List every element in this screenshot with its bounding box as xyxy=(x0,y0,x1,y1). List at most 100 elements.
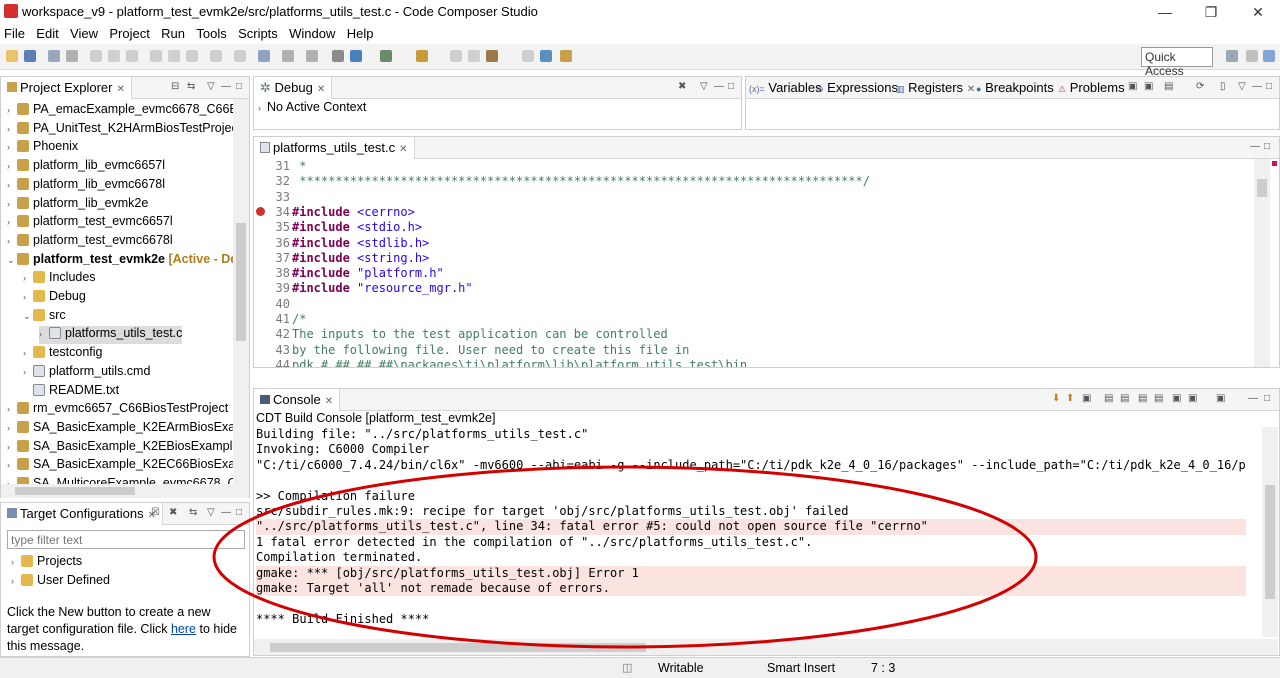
tree-item[interactable]: › platforms_utils_test.c xyxy=(39,326,183,345)
word-wrap-icon[interactable]: ▤ xyxy=(1138,393,1147,404)
menu-view[interactable]: View xyxy=(66,24,102,43)
terminate-icon[interactable] xyxy=(126,50,138,62)
display-console-icon[interactable]: ▣ xyxy=(1188,393,1197,404)
link-icon[interactable]: ⇆ xyxy=(189,507,197,518)
pin-console-icon[interactable]: ▣ xyxy=(1172,393,1181,404)
search-icon[interactable] xyxy=(540,50,552,62)
close-icon[interactable]: ✕ xyxy=(325,396,333,407)
step-return-icon[interactable] xyxy=(186,50,198,62)
tools-icon[interactable] xyxy=(486,50,498,62)
tree-item[interactable]: › platform_test_evmc6657l xyxy=(7,214,173,232)
expand-icon[interactable]: › xyxy=(7,161,17,171)
editor-scrollbar[interactable] xyxy=(1254,159,1270,367)
expand-icon[interactable]: › xyxy=(7,442,17,452)
tab-registers[interactable]: ▥ Registers ✕ xyxy=(896,80,975,95)
expand-icon[interactable]: › xyxy=(23,348,33,358)
tree-item[interactable]: README.txt xyxy=(23,383,119,401)
hscrollbar-thumb[interactable] xyxy=(15,487,135,495)
expand-icon[interactable]: › xyxy=(7,199,17,209)
tree-item[interactable]: › platform_lib_evmc6657l xyxy=(7,158,165,176)
tab-target-configurations[interactable]: Target Configurations ✕ xyxy=(1,503,163,525)
close-icon[interactable]: ✕ xyxy=(967,84,975,95)
expand-icon[interactable]: ⌄ xyxy=(7,255,17,266)
save-icon[interactable] xyxy=(24,50,36,62)
suspend-icon[interactable] xyxy=(108,50,120,62)
tree-item[interactable]: › SA_MulticoreExample_evmc6678_C66 xyxy=(7,476,233,484)
open-type-icon[interactable] xyxy=(522,50,534,62)
tree-item[interactable]: › SA_BasicExample_K2EBiosExamplePro xyxy=(7,439,233,457)
view-toolbar-icon-2[interactable]: ▣ xyxy=(1144,81,1153,92)
view-menu-icon[interactable]: ▽ xyxy=(1238,81,1246,92)
expand-icon[interactable]: ⌄ xyxy=(23,311,33,322)
new-icon[interactable] xyxy=(6,50,18,62)
scrollbar-thumb[interactable] xyxy=(236,223,246,341)
close-icon[interactable]: ✕ xyxy=(116,84,124,95)
delete-icon[interactable]: ✖ xyxy=(169,507,177,518)
minimize-view-icon[interactable]: — xyxy=(221,81,231,92)
close-icon[interactable]: ✕ xyxy=(399,144,407,155)
tree-item[interactable]: › Debug xyxy=(23,289,86,307)
close-icon[interactable]: ✕ xyxy=(317,84,325,95)
connect-icon[interactable] xyxy=(258,50,270,62)
expand-icon[interactable]: › xyxy=(39,329,49,339)
step-into-icon[interactable] xyxy=(150,50,162,62)
expand-icon[interactable]: › xyxy=(7,105,17,115)
target-item-user-defined[interactable]: › User Defined xyxy=(11,573,110,591)
remove-terminated-icon[interactable]: ✖ xyxy=(678,81,686,92)
console-scrollbar[interactable] xyxy=(1262,427,1278,637)
view-toolbar-icon[interactable]: ▣ xyxy=(1128,81,1137,92)
run-icon[interactable] xyxy=(416,50,428,62)
expand-icon[interactable]: › xyxy=(23,292,33,302)
menu-edit[interactable]: Edit xyxy=(32,24,62,43)
refresh-icon[interactable] xyxy=(468,50,480,62)
print-icon[interactable] xyxy=(66,50,78,62)
link-editor-icon[interactable]: ⇆ xyxy=(187,81,195,92)
tree-item[interactable]: › SA_BasicExample_K2EArmBiosExampl xyxy=(7,420,233,438)
error-marker[interactable] xyxy=(1272,161,1277,166)
tab-console[interactable]: Console ✕ xyxy=(254,389,341,411)
expand-icon[interactable]: › xyxy=(7,423,17,433)
expand-icon[interactable]: › xyxy=(7,460,17,470)
menu-run[interactable]: Run xyxy=(157,24,189,43)
scrollbar-thumb[interactable] xyxy=(1257,179,1267,197)
new-icon[interactable]: ▤ xyxy=(1164,81,1173,92)
new-console-icon[interactable]: ▣ xyxy=(1216,393,1225,404)
minimize-button[interactable]: — xyxy=(1150,2,1180,22)
reset-icon[interactable] xyxy=(234,50,246,62)
copy-icon[interactable]: ▤ xyxy=(1104,393,1113,404)
tree-item[interactable]: ⌄ src xyxy=(23,308,66,326)
prev-error-icon[interactable]: ⬇ xyxy=(1052,393,1060,404)
maximize-view-icon[interactable]: □ xyxy=(236,81,242,92)
tree-item[interactable]: › PA_emacExample_evmc6678_C66Bios xyxy=(7,102,233,120)
tree-item[interactable]: › rm_evmc6657_C66BiosTestProject xyxy=(7,401,228,419)
ccs-debug-perspective-icon[interactable] xyxy=(1263,50,1275,62)
tab-project-explorer[interactable]: Project Explorer ✕ xyxy=(1,77,132,99)
scrollbar-thumb[interactable] xyxy=(1265,485,1275,599)
hide-message-link[interactable]: here xyxy=(171,622,196,636)
minimize-view-icon[interactable]: — xyxy=(1248,393,1258,404)
tab-variables[interactable]: (x)= Variables xyxy=(749,80,822,95)
build-icon[interactable] xyxy=(332,50,344,62)
restore-button[interactable]: ❐ xyxy=(1196,2,1226,22)
menu-tools[interactable]: Tools xyxy=(192,24,230,43)
target-icon[interactable] xyxy=(450,50,462,62)
close-button[interactable]: ✕ xyxy=(1243,2,1273,22)
code-area[interactable]: 31 * 32 *********************************… xyxy=(254,159,1254,367)
tree-item[interactable]: ⌄ platform_test_evmk2e [Active - De xyxy=(7,252,233,270)
clear-console-icon[interactable]: ▤ xyxy=(1120,393,1129,404)
tree-item[interactable]: › platform_lib_evmc6678l xyxy=(7,177,165,195)
maximize-view-icon[interactable]: □ xyxy=(728,81,734,92)
tab-debug[interactable]: ✲ Debug ✕ xyxy=(254,77,333,99)
debug-context-row[interactable]: › No Active Context xyxy=(258,100,366,114)
debug-icon[interactable] xyxy=(350,50,362,62)
quick-access-input[interactable]: Quick Access xyxy=(1141,47,1213,78)
view-menu-icon[interactable]: ▽ xyxy=(207,81,215,92)
expand-icon[interactable]: › xyxy=(7,217,17,227)
maximize-view-icon[interactable]: □ xyxy=(1264,393,1270,404)
minimize-view-icon[interactable]: — xyxy=(714,81,724,92)
expand-icon[interactable]: › xyxy=(11,557,21,567)
tree-item[interactable]: › Includes xyxy=(23,270,96,288)
pin-icon[interactable] xyxy=(560,50,572,62)
tree-item[interactable]: › testconfig xyxy=(23,345,103,363)
expand-icon[interactable]: › xyxy=(7,180,17,190)
